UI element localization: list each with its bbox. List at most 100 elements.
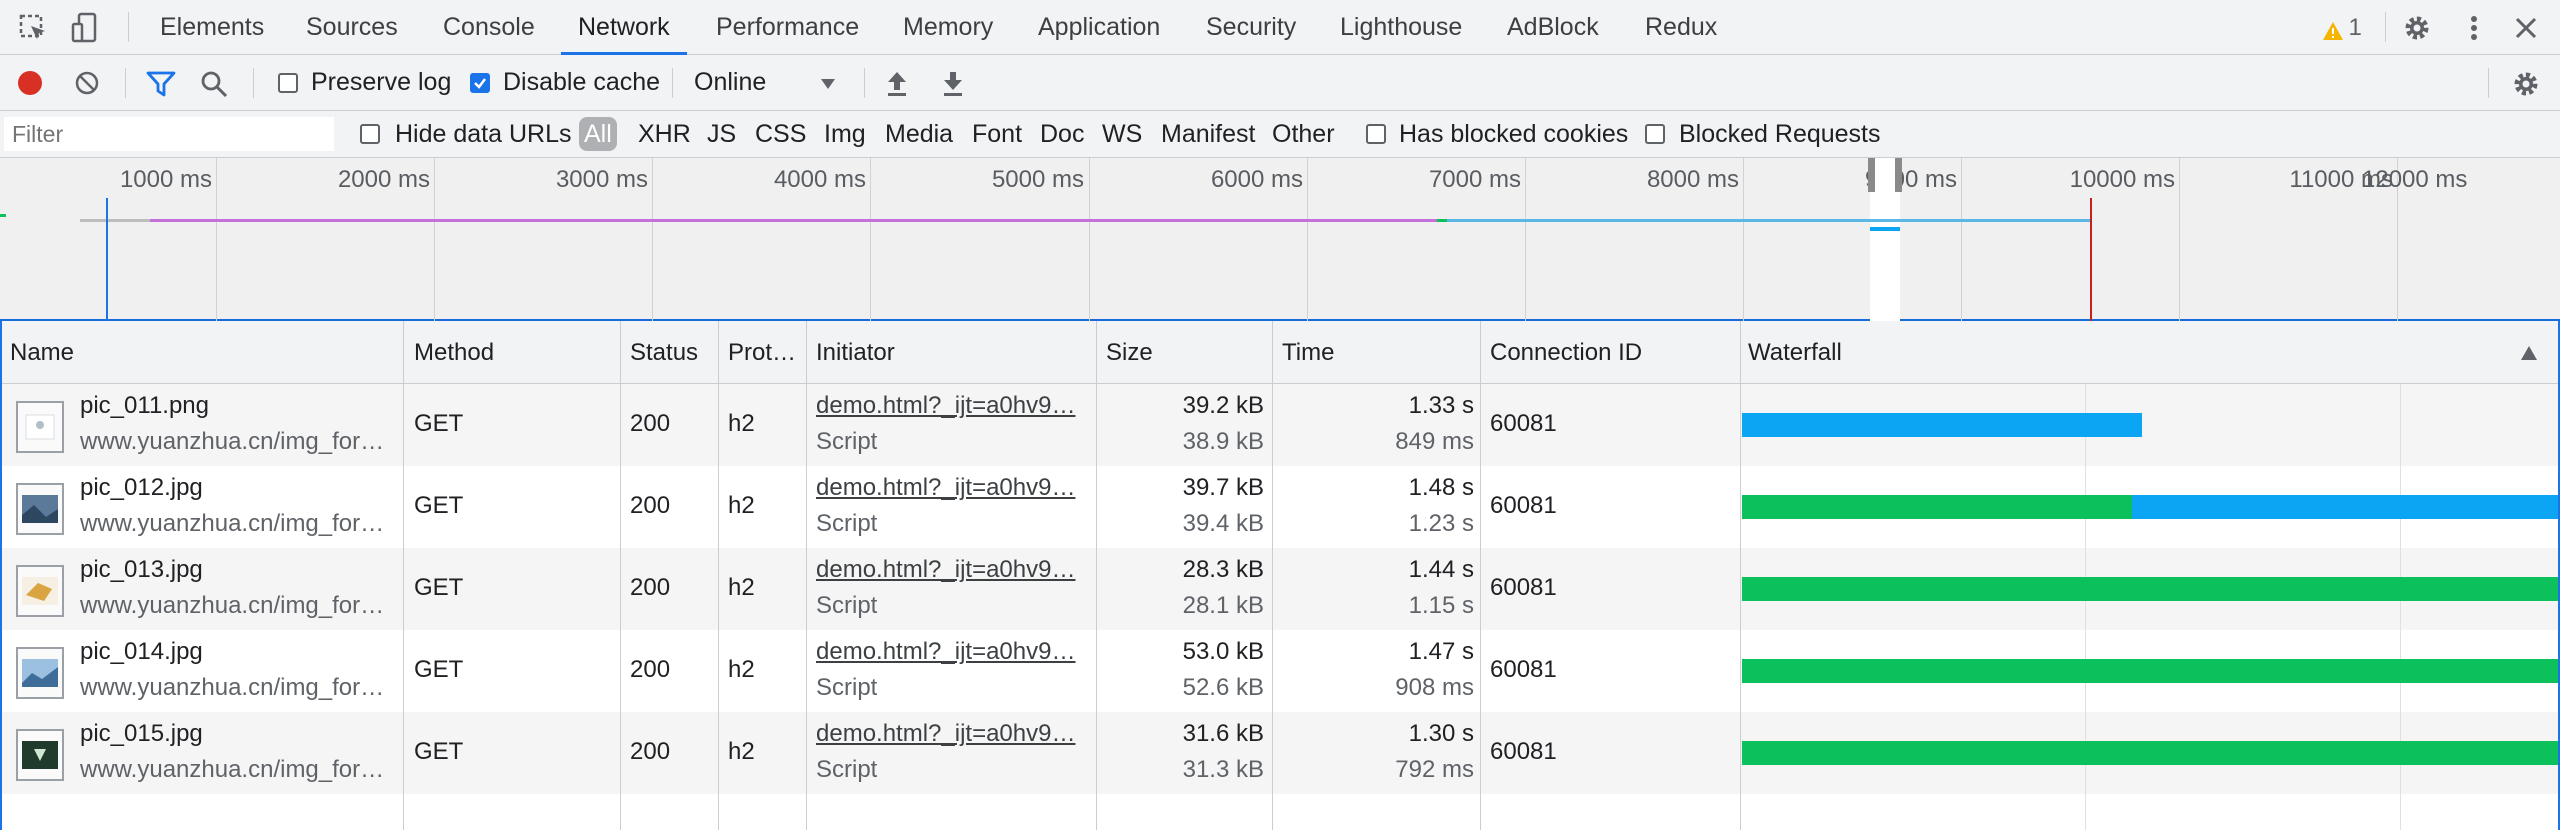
settings-gear-icon[interactable] [2402,13,2432,43]
request-latency: 792 ms [1395,756,1474,783]
col-header-size[interactable]: Size [1106,321,1266,384]
request-time: 1.30 s [1408,720,1474,747]
col-header-status[interactable]: Status [630,321,720,384]
request-name[interactable]: pic_013.jpg [80,556,203,584]
tab-memory[interactable]: Memory [903,0,993,55]
filter-type-doc[interactable]: Doc [1040,111,1084,158]
disable-cache-label: Disable cache [503,68,661,96]
network-settings-gear-icon[interactable] [2511,69,2541,99]
request-name[interactable]: pic_014.jpg [80,638,203,666]
tab-application[interactable]: Application [1038,0,1160,55]
close-devtools-icon[interactable] [2512,14,2540,42]
tab-elements[interactable]: Elements [160,0,264,55]
waterfall-bar-waiting[interactable] [1742,659,2560,683]
more-options-icon[interactable] [2462,13,2486,43]
import-har-icon[interactable] [884,69,910,97]
request-protocol: h2 [728,574,755,601]
hide-data-urls-checkbox[interactable] [360,124,380,144]
clear-icon[interactable] [74,70,100,96]
overview-request-line [0,214,6,217]
device-toolbar-icon[interactable] [70,12,102,44]
waterfall-bar-download[interactable] [2132,495,2560,519]
waterfall-bar-waiting[interactable] [1742,577,2560,601]
col-header-name[interactable]: Name [10,321,400,384]
col-header-method[interactable]: Method [414,321,614,384]
request-status: 200 [630,492,671,519]
sort-ascending-icon[interactable] [2520,345,2538,361]
tab-performance[interactable]: Performance [716,0,859,55]
filter-type-font[interactable]: Font [972,111,1022,158]
image-thumbnail-icon [16,401,64,453]
export-har-icon[interactable] [940,69,966,97]
filter-bar: Hide data URLs All XHR JS CSS Img Media … [0,111,2560,158]
blocked-requests-label: Blocked Requests [1679,120,1881,148]
warning-counter[interactable]: 1 [2322,0,2362,55]
initiator-link[interactable]: demo.html?_ijt=a0hv9… [816,556,1092,584]
request-size: 39.2 kB [1182,392,1264,419]
network-overview-timeline[interactable]: 1000 ms 2000 ms 3000 ms 4000 ms 5000 ms … [0,158,2560,321]
waterfall-bar-waiting[interactable] [1742,741,2560,765]
col-header-connection-id[interactable]: Connection ID [1490,321,1740,384]
col-header-waterfall[interactable]: Waterfall [1748,321,2048,384]
tab-adblock[interactable]: AdBlock [1507,0,1599,55]
filter-type-media[interactable]: Media [885,111,953,158]
request-url: www.yuanzhua.cn/img_for… [80,592,385,619]
filter-type-ws[interactable]: WS [1102,111,1142,158]
tab-security[interactable]: Security [1206,0,1296,55]
tab-console[interactable]: Console [443,0,535,55]
inspect-element-icon[interactable] [18,13,48,43]
request-method: GET [414,656,464,683]
request-url: www.yuanzhua.cn/img_for… [80,756,385,783]
throttling-select[interactable]: Online [694,63,844,103]
resource-size: 52.6 kB [1182,674,1264,701]
overview-request-line [80,219,150,222]
waterfall-bar-waiting[interactable] [1742,495,2132,519]
waterfall-bar-download[interactable] [1742,413,2142,437]
col-header-time[interactable]: Time [1282,321,1482,384]
initiator-link[interactable]: demo.html?_ijt=a0hv9… [816,720,1092,748]
request-name[interactable]: pic_015.jpg [80,720,203,748]
overview-selection-handle-right[interactable] [1895,158,1902,192]
initiator-link[interactable]: demo.html?_ijt=a0hv9… [816,392,1092,420]
blocked-requests-checkbox[interactable] [1645,124,1665,144]
initiator-link[interactable]: demo.html?_ijt=a0hv9… [816,638,1092,666]
tab-sources[interactable]: Sources [306,0,398,55]
request-protocol: h2 [728,656,755,683]
disable-cache-checkbox[interactable] [470,73,490,93]
request-url: www.yuanzhua.cn/img_for… [80,510,385,537]
request-method: GET [414,574,464,601]
col-header-protocol[interactable]: Prot… [728,321,806,384]
preserve-log-checkbox[interactable] [278,73,298,93]
overview-request-line [150,219,1437,222]
record-icon[interactable] [16,69,44,97]
resource-size: 28.1 kB [1182,592,1264,619]
initiator-link[interactable]: demo.html?_ijt=a0hv9… [816,474,1092,502]
checkmark-icon [474,78,486,89]
search-icon[interactable] [200,70,228,98]
filter-type-js[interactable]: JS [707,111,736,158]
col-header-initiator[interactable]: Initiator [816,321,1086,384]
filter-type-xhr[interactable]: XHR [638,111,691,158]
filter-type-css[interactable]: CSS [755,111,806,158]
request-time: 1.44 s [1408,556,1474,583]
request-name[interactable]: pic_011.png [80,392,209,420]
tab-network[interactable]: Network [561,0,687,55]
throttling-value: Online [694,68,767,96]
request-name[interactable]: pic_012.jpg [80,474,203,502]
overview-dim-left [0,158,1870,321]
tab-lighthouse[interactable]: Lighthouse [1340,0,1462,55]
request-url: www.yuanzhua.cn/img_for… [80,428,385,455]
initiator-type: Script [816,428,878,455]
filter-type-other[interactable]: Other [1272,111,1335,158]
filter-type-img[interactable]: Img [824,111,866,158]
overview-selection-handle-left[interactable] [1868,158,1875,192]
filter-type-all[interactable]: All [579,117,617,151]
request-size: 31.6 kB [1182,720,1264,747]
initiator-type: Script [816,592,878,619]
dom-content-loaded-marker [106,198,108,321]
filter-type-manifest[interactable]: Manifest [1161,111,1255,158]
has-blocked-cookies-checkbox[interactable] [1366,124,1386,144]
tab-redux[interactable]: Redux [1645,0,1717,55]
filter-icon[interactable] [146,70,176,98]
filter-input[interactable] [4,117,334,151]
